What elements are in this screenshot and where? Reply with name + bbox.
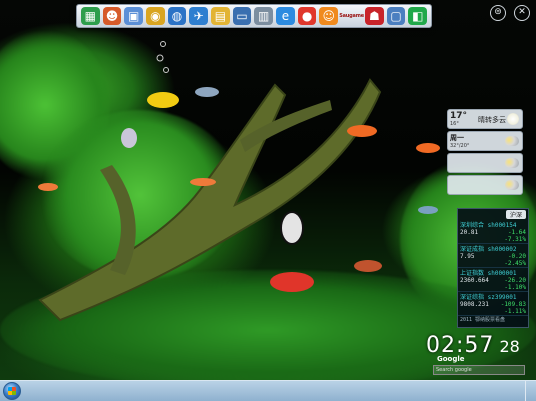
document-icon[interactable]: ▤	[211, 7, 230, 25]
stock-name: 上证指数 sh000001	[460, 270, 517, 277]
close-icon[interactable]: ✕	[514, 5, 530, 21]
stock-ticker-widget: 沪深 深圳综合 sh000154 20.81 -1.64 -7.31% 深证成指 sh0…	[457, 208, 529, 328]
stock-list: 深圳综合 sh000154 20.81 -1.64 -7.31% 深证成指 sh0000…	[458, 220, 528, 316]
stock-values: 9808.231 -109.83	[460, 301, 526, 308]
color-ball-icon[interactable]: ●	[297, 7, 317, 25]
windows-logo-icon	[8, 387, 16, 395]
fish-silver	[121, 128, 137, 148]
stock-price: 2360.664	[460, 277, 489, 284]
google-label: Google	[437, 355, 465, 363]
fish-grey	[418, 206, 438, 214]
weather-desc: 晴转多云	[478, 116, 506, 124]
stock-values: 7.95 -0.20	[460, 253, 526, 260]
plane-icon[interactable]: ✈	[189, 7, 209, 25]
weather-widget[interactable]: 17° 16° 晴转多云 周一 32°/20°	[447, 109, 523, 199]
recycle-bin-icon[interactable]: ▥	[254, 7, 274, 25]
cloud-sun-icon	[505, 180, 519, 190]
stock-percent: -1.11%	[504, 308, 526, 315]
fish-orange	[347, 125, 377, 137]
weather-day-label: 周一	[450, 134, 464, 142]
fish-small	[190, 178, 216, 186]
game-icon[interactable]: Saugame	[339, 7, 364, 25]
weather-day-3[interactable]	[447, 153, 523, 173]
weather-day-4[interactable]	[447, 175, 523, 195]
monitor-icon[interactable]: ▭	[232, 7, 252, 25]
user-icon[interactable]: ☻	[102, 7, 122, 25]
fish-angel	[280, 211, 304, 245]
stock-name: 深证成指 sh000002	[460, 246, 517, 253]
stock-price: 20.81	[460, 229, 479, 236]
top-right-controls: ⊜ ✕	[490, 5, 530, 21]
stock-values: 20.81 -1.64	[460, 229, 526, 236]
fish-blue	[195, 87, 219, 97]
stock-change: -26.20	[504, 277, 526, 284]
google-search-input[interactable]: Search google	[433, 365, 525, 375]
market-select[interactable]: 沪深	[505, 210, 526, 219]
stock-percent: -7.31%	[504, 236, 526, 243]
stock-percent: -2.45%	[504, 260, 526, 267]
stock-row[interactable]: 上证指数 sh000001 2360.664 -26.20 -1.10%	[458, 268, 528, 292]
cube-icon[interactable]: ▦	[81, 7, 100, 25]
cloud-icon	[505, 158, 519, 168]
sun-icon	[507, 113, 519, 125]
stock-change: -0.20	[507, 253, 526, 260]
bubble	[156, 54, 164, 62]
stock-name: 深圳综合 sh000154	[460, 222, 517, 229]
weather-temp: 17°	[450, 111, 468, 121]
desktop-wallpaper: ▦ ☻ ▣ ◉ ◍ ✈ ▤ ▭ ▥ e ● ☺ Saugame ☗ ▢ ◧ ⊜ ✕ 17° 16° 晴转多云 …	[0, 0, 536, 380]
ie-icon[interactable]: e	[276, 7, 295, 25]
bubble	[163, 67, 169, 73]
stock-header: 沪深	[458, 209, 528, 220]
weather-day-2[interactable]: 周一 32°/20°	[447, 131, 523, 151]
image-icon[interactable]: ▣	[124, 7, 144, 25]
quick-launch-toolbar: ▦ ☻ ▣ ◉ ◍ ✈ ▤ ▭ ▥ e ● ☺ Saugame ☗ ▢ ◧	[76, 4, 432, 28]
stock-row[interactable]: 深证成指 sh000002 7.95 -0.20 -2.45%	[458, 244, 528, 268]
stock-price: 9808.231	[460, 301, 489, 308]
stock-price: 7.95	[460, 253, 475, 260]
fish-small-2	[38, 183, 58, 191]
weather-day-range: 32°/20°	[450, 143, 470, 149]
qq-icon[interactable]: ☗	[365, 7, 384, 25]
start-button[interactable]	[3, 382, 21, 400]
face-icon[interactable]: ☺	[319, 7, 339, 25]
show-desktop-button[interactable]	[525, 381, 536, 401]
stock-change: -109.83	[500, 301, 526, 308]
fish-brown	[354, 260, 382, 272]
weather-today[interactable]: 17° 16° 晴转多云	[447, 109, 523, 129]
cloud-icon	[505, 136, 519, 146]
stock-change: -1.64	[507, 229, 526, 236]
weather-range: 16°	[450, 121, 459, 127]
taskbar	[0, 380, 536, 401]
stock-row[interactable]: 深证综指 sz399001 9808.231 -109.83 -1.11%	[458, 292, 528, 316]
light-icon[interactable]: ◉	[146, 7, 165, 25]
fish-orange-2	[416, 143, 440, 153]
stock-footer: 2011 鄂纳股票看盘	[460, 317, 506, 323]
bubble	[160, 41, 166, 47]
menu-icon[interactable]: ⊜	[490, 5, 506, 21]
stock-percent: -1.10%	[504, 284, 526, 291]
fish-yellow	[147, 92, 179, 108]
fish-red	[270, 272, 314, 292]
app-icon[interactable]: ◧	[408, 7, 428, 25]
stock-values: 2360.664 -26.20	[460, 277, 526, 284]
globe-icon[interactable]: ◍	[167, 7, 187, 25]
clock-seconds: 28	[499, 337, 520, 356]
stock-row[interactable]: 深圳综合 sh000154 20.81 -1.64 -7.31%	[458, 220, 528, 244]
computer-icon[interactable]: ▢	[386, 7, 406, 25]
stock-name: 深证综指 sz399001	[460, 294, 517, 301]
